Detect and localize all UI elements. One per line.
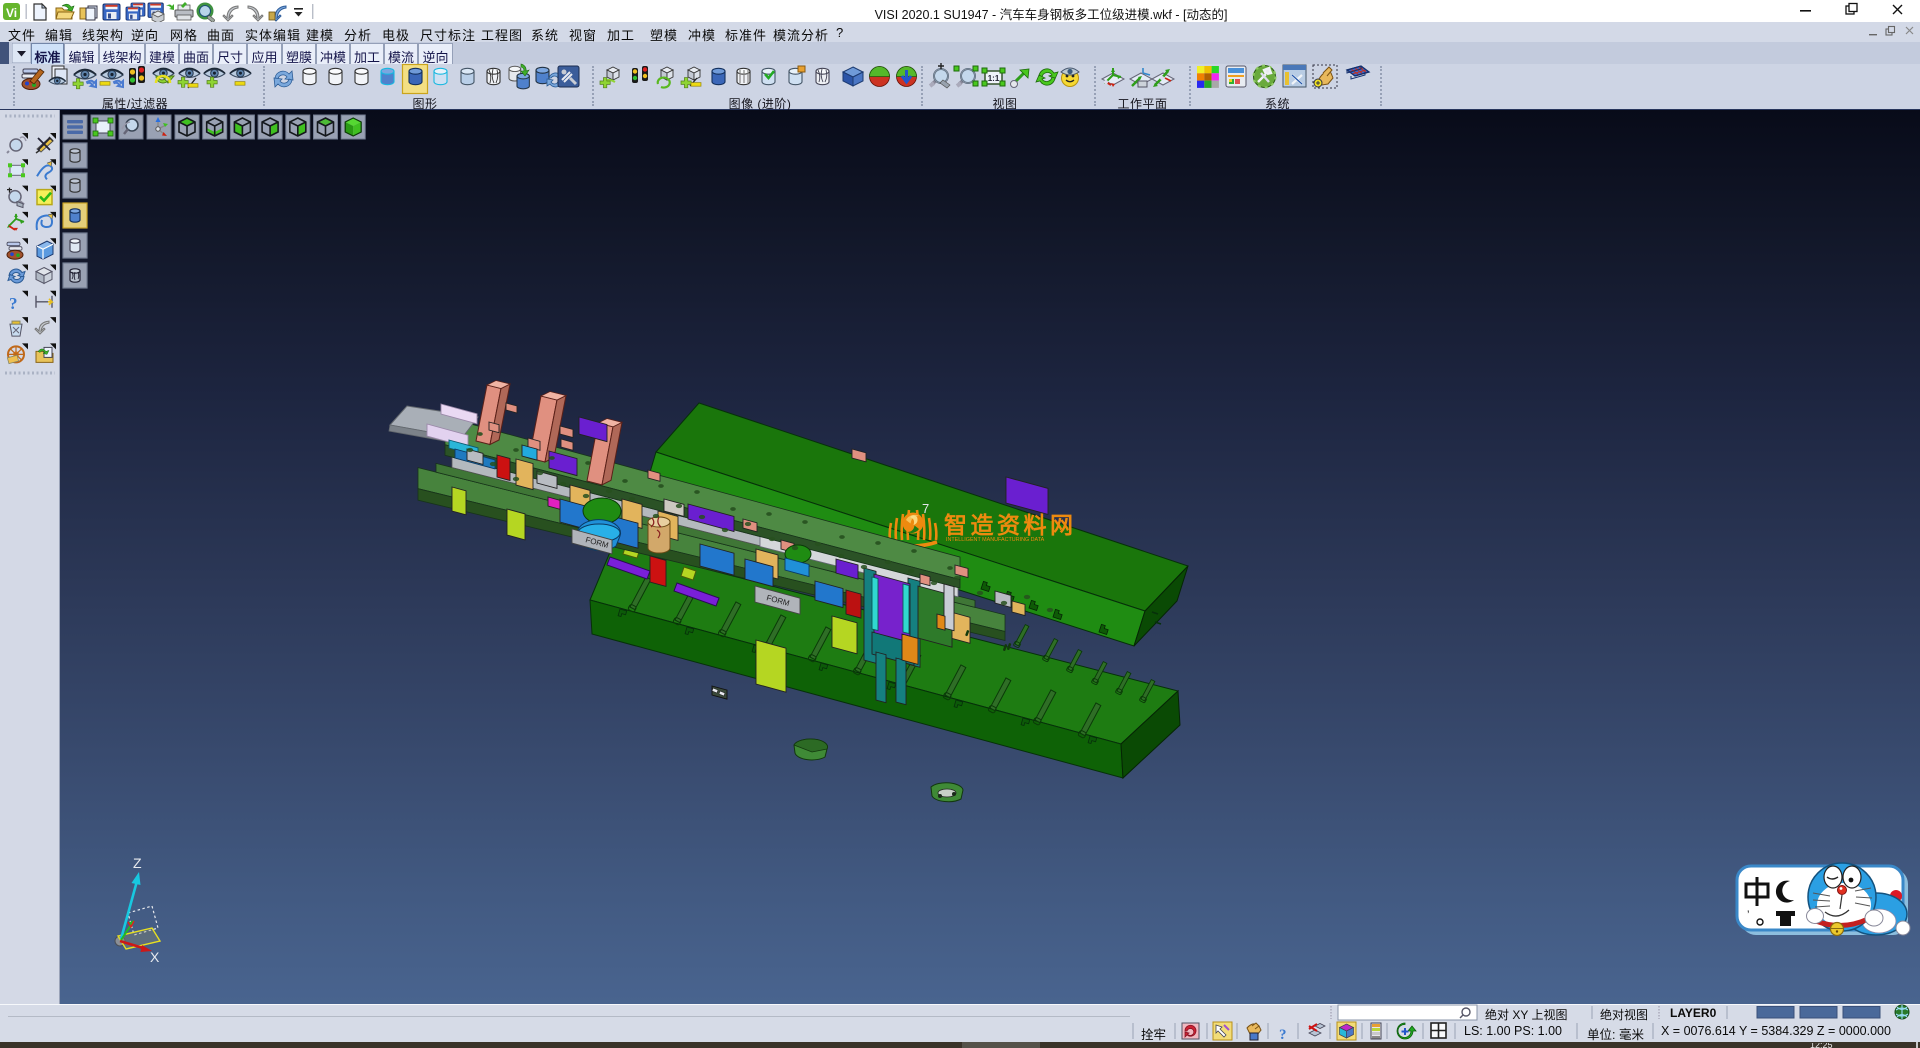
svg-text:7: 7	[922, 501, 929, 516]
svg-text:智造资料网: 智造资料网	[944, 512, 1077, 538]
svg-text:X: X	[150, 949, 160, 965]
svg-text:Z: Z	[133, 855, 142, 871]
svg-text:INTELLIGENT MANUFACTURING DATA: INTELLIGENT MANUFACTURING DATA	[946, 537, 1045, 543]
svg-text:1:1: 1:1	[988, 74, 1000, 83]
svg-text:’: ’	[1747, 909, 1749, 921]
svg-text:?: ?	[9, 294, 18, 313]
svg-text:?: ?	[1279, 1027, 1287, 1042]
